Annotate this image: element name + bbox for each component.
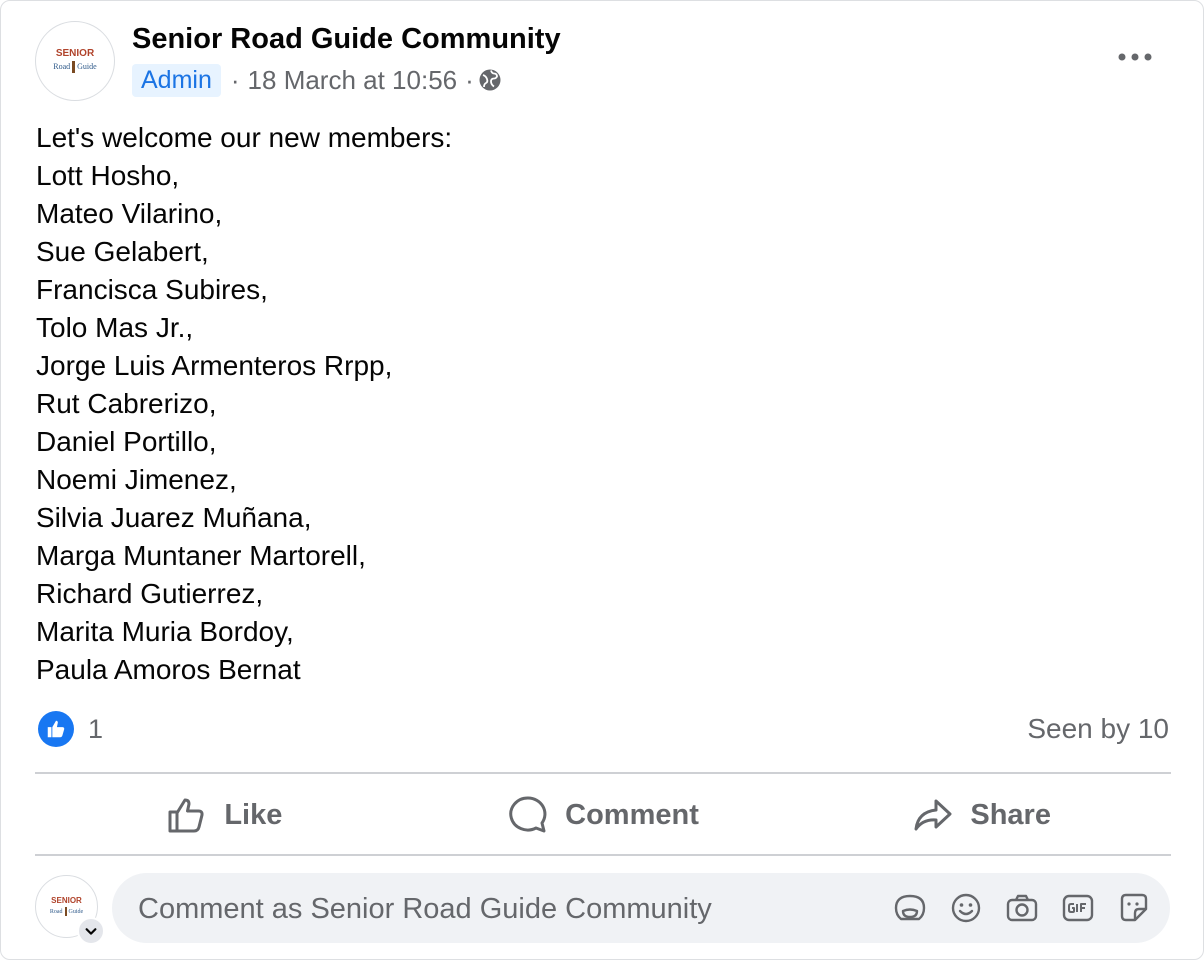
member-name: Rut Cabrerizo, <box>36 388 217 419</box>
post-meta: Admin · 18 March at 10:56 · <box>132 61 502 99</box>
member-name: Daniel Portillo, <box>36 426 217 457</box>
comment-button[interactable]: Comment <box>414 777 793 853</box>
member-name: Mateo Vilarino, <box>36 198 223 229</box>
divider <box>35 854 1171 856</box>
reaction-summary[interactable]: 1 <box>38 711 103 747</box>
share-arrow-icon <box>914 799 952 831</box>
thumbs-up-icon <box>168 798 204 833</box>
member-name: Tolo Mas Jr., <box>36 312 194 343</box>
more-options-icon[interactable] <box>1113 45 1157 69</box>
comment-composer <box>112 873 1170 945</box>
chevron-down-icon[interactable] <box>77 917 105 945</box>
avatar-logo-top: SENIOR <box>55 48 95 59</box>
avatar-logo-right: Guide <box>68 908 84 915</box>
page-avatar[interactable]: SENIOR Road Guide <box>35 21 115 101</box>
avatar-logo-right: Guide <box>77 62 97 71</box>
share-label: Share <box>970 798 1051 831</box>
signpost-icon <box>72 61 76 73</box>
like-count: 1 <box>88 713 104 744</box>
meta-separator: · <box>230 64 240 95</box>
emoji-icon[interactable] <box>948 890 984 926</box>
member-name: Silvia Juarez Muñana, <box>36 502 312 533</box>
globe-icon[interactable] <box>478 68 502 92</box>
avatar-sticker-icon[interactable] <box>892 890 928 926</box>
comment-label: Comment <box>565 798 699 831</box>
member-name: Lott Hosho, <box>36 160 180 191</box>
page-name[interactable]: Senior Road Guide Community <box>132 23 561 56</box>
like-button[interactable]: Like <box>35 777 414 853</box>
member-name: Richard Gutierrez, <box>36 578 264 609</box>
post-card: SENIOR Road Guide Senior Road Guide Comm… <box>0 0 1204 960</box>
comment-input[interactable] <box>136 873 880 945</box>
like-reaction-icon <box>38 711 74 747</box>
member-name: Paula Amoros Bernat <box>36 654 301 685</box>
post-timestamp[interactable]: 18 March at 10:56 <box>248 65 458 96</box>
member-name: Sue Gelabert, <box>36 236 209 267</box>
admin-badge[interactable]: Admin <box>132 63 221 97</box>
signpost-icon <box>64 907 67 916</box>
divider <box>35 772 1171 774</box>
composer-avatar[interactable]: SENIOR Road Guide <box>35 875 105 945</box>
avatar-logo-top: SENIOR <box>51 896 82 905</box>
comment-bubble-icon <box>509 796 547 833</box>
action-bar: Like Comment Share <box>35 777 1171 853</box>
composer-icons <box>892 890 1152 926</box>
avatar-logo-left: Road <box>49 908 63 915</box>
member-name: Francisca Subires, <box>36 274 268 305</box>
gif-icon[interactable] <box>1060 890 1096 926</box>
post-body: Let's welcome our new members: Lott Hosh… <box>36 119 452 689</box>
like-label: Like <box>224 798 283 831</box>
member-name: Noemi Jimenez, <box>36 464 237 495</box>
sticker-icon[interactable] <box>1116 890 1152 926</box>
member-name: Marga Muntaner Martorell, <box>36 540 366 571</box>
seen-count[interactable]: Seen by 10 <box>1027 713 1169 745</box>
meta-separator-2: · <box>465 64 474 95</box>
post-intro: Let's welcome our new members: <box>36 122 453 153</box>
member-name: Jorge Luis Armenteros Rrpp, <box>36 350 393 381</box>
member-name: Marita Muria Bordoy, <box>36 616 294 647</box>
avatar-logo-left: Road <box>53 62 71 71</box>
camera-icon[interactable] <box>1004 890 1040 926</box>
share-button[interactable]: Share <box>792 777 1171 853</box>
